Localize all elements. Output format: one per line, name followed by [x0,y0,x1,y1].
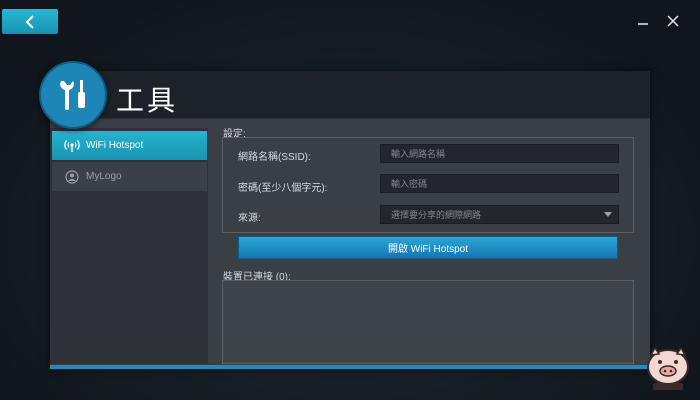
dropdown-arrow-icon [604,211,612,217]
page-title: 工具 [116,84,179,117]
sidebar-item-mylogo[interactable]: MyLogo [52,162,207,191]
sidebar-item-wifi-hotspot[interactable]: WiFi Hotspot [52,131,207,160]
source-select-value: 選擇要分享的網際網路 [391,210,482,220]
source-label: 來源: [238,213,261,224]
ssid-input[interactable] [380,144,619,163]
close-icon [667,15,679,27]
user-circle-icon [64,169,80,185]
minimize-button[interactable] [634,12,652,30]
close-button[interactable] [664,12,682,30]
password-label: 密碼(至少八個字元): [238,183,328,194]
open-hotspot-button[interactable]: 開啟 WiFi Hotspot [238,236,618,259]
connected-devices-list[interactable] [222,280,634,364]
password-input[interactable] [380,174,619,193]
sidebar-item-label: MyLogo [86,171,122,182]
tools-panel: 工具 WiFi Hotspot MyLogo 設定: 網路名稱(SSID): 輸… [50,71,650,369]
ssid-label: 網路名稱(SSID): [238,152,311,163]
pig-mascot-watermark [640,340,696,396]
sidebar: WiFi Hotspot MyLogo [50,128,208,364]
chevron-left-icon [25,14,34,29]
wrench-screwdriver-icon [60,80,85,110]
source-select[interactable]: 選擇要分享的網際網路 [380,205,619,224]
sidebar-item-label: WiFi Hotspot [86,140,144,151]
bottom-accent-bar [50,365,650,369]
minimize-icon [638,23,648,25]
wifi-antenna-icon [64,138,80,154]
panel-header: 工具 [50,71,650,119]
back-button[interactable] [2,9,58,34]
tools-badge [39,61,107,129]
